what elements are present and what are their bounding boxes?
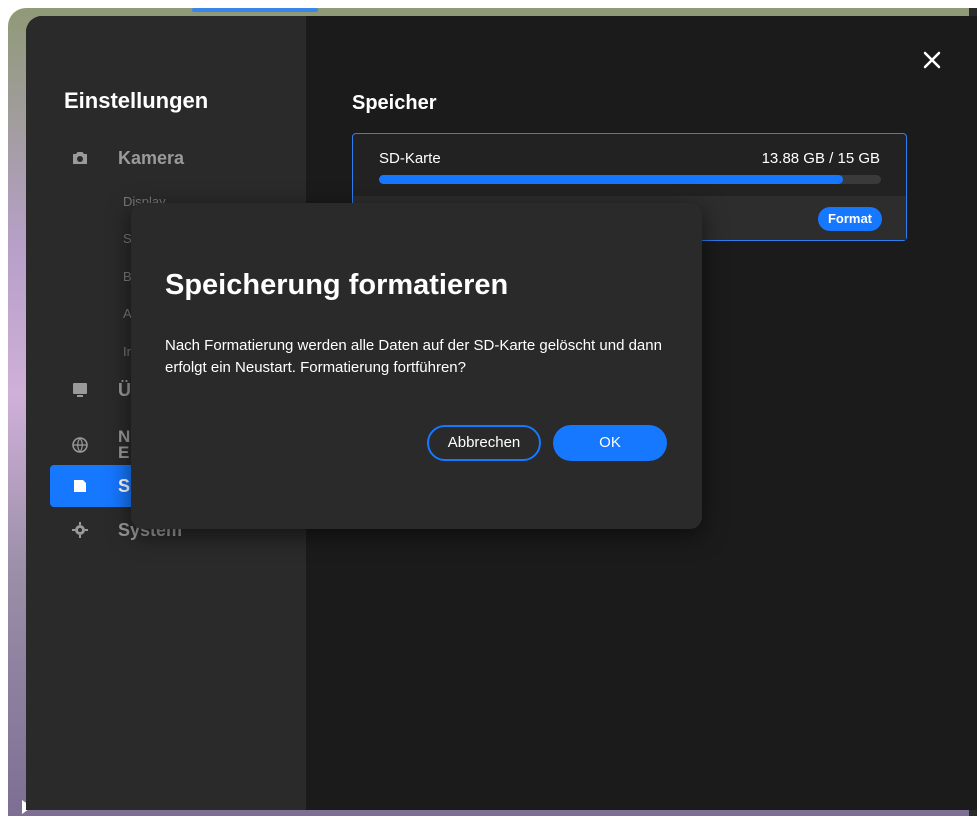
storage-label: SD-Karte (379, 150, 441, 167)
sd-card-icon (70, 476, 90, 496)
sidebar-item-label: S (118, 475, 131, 496)
camera-icon (70, 148, 90, 168)
sidebar-item-kamera[interactable]: Kamera (50, 137, 306, 179)
format-button[interactable]: Format (817, 207, 882, 231)
close-button[interactable] (919, 48, 945, 74)
storage-progress-track (379, 175, 881, 184)
ok-button[interactable]: OK (553, 425, 667, 461)
format-dialog: Speicherung formatieren Nach Formatierun… (131, 203, 702, 529)
top-tab-indicator (192, 8, 318, 12)
dialog-title: Speicherung formatieren (165, 269, 509, 301)
cancel-button[interactable]: Abbrechen (427, 425, 541, 461)
gear-icon (70, 520, 90, 540)
sidebar-title: Einstellungen (64, 88, 209, 113)
storage-progress-fill (379, 175, 844, 184)
sidebar-item-label: N E (118, 427, 131, 462)
page-title: Speicher (352, 92, 437, 114)
sidebar-item-label: Kamera (118, 147, 185, 168)
monitor-icon (70, 380, 90, 400)
storage-size: 13.88 GB / 15 GB (761, 150, 880, 167)
dialog-message: Nach Formatierung werden alle Daten auf … (165, 337, 662, 376)
sidebar-subitem[interactable]: Ir (123, 344, 131, 359)
sidebar-item-label: Ü (118, 379, 131, 400)
close-icon (923, 51, 941, 69)
storage-card-top: SD-Karte 13.88 GB / 15 GB (353, 134, 906, 196)
globe-icon (70, 435, 90, 455)
